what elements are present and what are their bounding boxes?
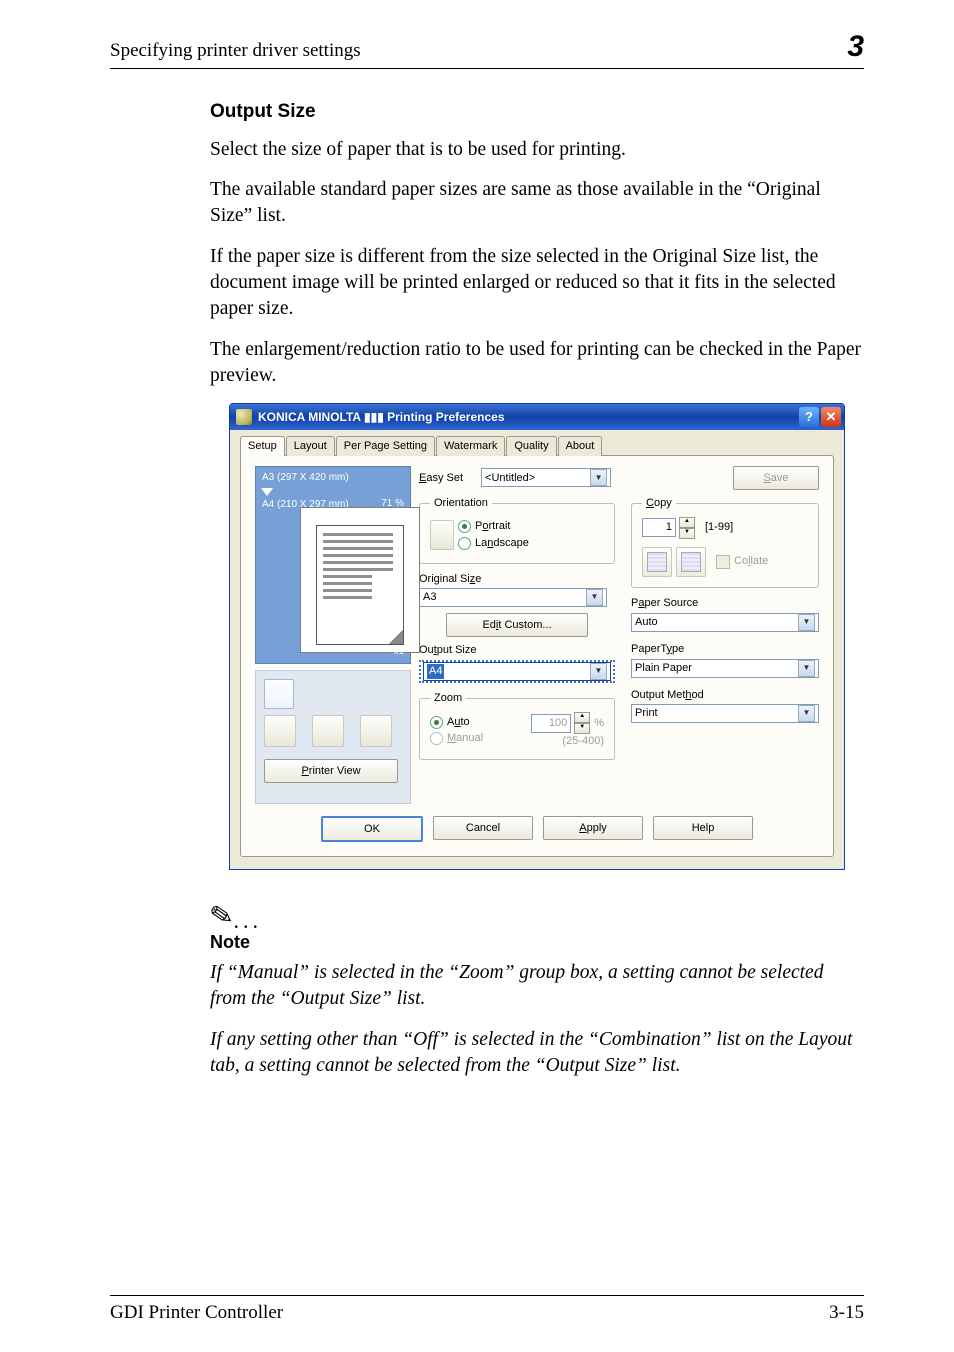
dialog-titlebar[interactable]: KONICA MINOLTA ▮▮▮ Printing Preferences …: [230, 404, 844, 430]
running-header-left: Specifying printer driver settings: [110, 40, 361, 62]
orientation-group: Orientation Portrait Landscape: [419, 496, 615, 564]
zoom-legend: Zoom: [430, 691, 466, 706]
easyset-value: <Untitled>: [485, 471, 535, 486]
zoom-group: Zoom Auto Manual: [419, 691, 615, 760]
tab-setup[interactable]: Setup: [240, 436, 285, 456]
ok-button[interactable]: OK: [321, 816, 423, 842]
paper-type-value: Plain Paper: [635, 661, 692, 676]
footer-left: GDI Printer Controller: [110, 1302, 283, 1324]
original-size-value: A3: [423, 590, 436, 605]
note-paragraph: If “Manual” is selected in the “Zoom” gr…: [210, 960, 864, 1013]
size-fit-icon[interactable]: [264, 679, 294, 709]
zoom-spinner: ▲▼: [574, 712, 590, 734]
output-method-label: Output Method: [631, 688, 819, 703]
tab-per-page-setting[interactable]: Per Page Setting: [336, 436, 435, 456]
tab-quality[interactable]: Quality: [506, 436, 556, 456]
collate-icon: [642, 547, 672, 577]
paragraph: The enlargement/reduction ratio to be us…: [210, 337, 864, 390]
easyset-save-button: Save: [733, 466, 819, 490]
copy-spinner[interactable]: ▲▼: [679, 517, 695, 539]
tab-about[interactable]: About: [558, 436, 603, 456]
easyset-combo[interactable]: <Untitled> ▼: [481, 468, 611, 487]
copy-group: Copy 1 ▲▼ [1-99]: [631, 496, 819, 588]
chevron-down-icon: ▼: [586, 589, 603, 606]
option-icon[interactable]: [264, 715, 296, 747]
option-icon[interactable]: [360, 715, 392, 747]
original-size-combo[interactable]: A3 ▼: [419, 588, 607, 607]
chevron-down-icon: ▼: [590, 469, 607, 486]
orientation-legend: Orientation: [430, 496, 492, 511]
zoom-auto-radio[interactable]: Auto: [430, 715, 483, 730]
edit-custom-button[interactable]: Edit Custom...: [446, 613, 588, 637]
titlebar-help-button[interactable]: ?: [799, 407, 819, 427]
printing-preferences-dialog: KONICA MINOLTA ▮▮▮ Printing Preferences …: [229, 403, 845, 870]
easyset-label: Easy Set: [419, 471, 463, 486]
output-method-value: Print: [635, 706, 658, 721]
help-button[interactable]: Help: [653, 816, 753, 840]
chevron-down-icon: ▼: [798, 660, 815, 677]
footer-right: 3-15: [829, 1302, 864, 1324]
note-paragraph: If any setting other than “Off” is selec…: [210, 1027, 864, 1080]
collate-icon: [676, 547, 706, 577]
printer-view-button[interactable]: Printer View: [264, 759, 398, 783]
paper-source-combo[interactable]: Auto ▼: [631, 613, 819, 632]
titlebar-close-button[interactable]: ✕: [821, 407, 841, 427]
copy-legend: Copy: [642, 496, 676, 511]
paragraph: If the paper size is different from the …: [210, 244, 864, 323]
tab-watermark[interactable]: Watermark: [436, 436, 505, 456]
output-method-combo[interactable]: Print ▼: [631, 704, 819, 723]
cancel-button[interactable]: Cancel: [433, 816, 533, 840]
preview-doc-lines: [323, 533, 393, 603]
paper-type-label: PaperType: [631, 642, 819, 657]
dialog-title: KONICA MINOLTA ▮▮▮ Printing Preferences: [258, 409, 797, 425]
output-size-value: A4: [427, 664, 444, 679]
paragraph: Select the size of paper that is to be u…: [210, 137, 864, 163]
orientation-landscape-radio[interactable]: Landscape: [458, 536, 529, 551]
running-header-right: 3: [847, 30, 864, 64]
collate-checkbox: Collate: [716, 554, 768, 569]
copy-range: [1-99]: [705, 520, 733, 535]
orientation-portrait-radio[interactable]: Portrait: [458, 519, 529, 534]
output-size-label: Output Size: [419, 643, 615, 658]
paragraph: The available standard paper sizes are s…: [210, 177, 864, 230]
zoom-value-input: 100: [531, 714, 571, 733]
output-size-combo[interactable]: A4 ▼: [423, 662, 611, 681]
preview-marker-icon: [261, 488, 273, 496]
apply-button[interactable]: Apply: [543, 816, 643, 840]
chevron-down-icon: ▼: [798, 614, 815, 631]
orientation-icon: [430, 520, 454, 550]
app-icon: [236, 409, 252, 425]
paper-type-combo[interactable]: Plain Paper ▼: [631, 659, 819, 678]
zoom-range: (25-400): [531, 734, 604, 749]
paper-source-value: Auto: [635, 615, 658, 630]
option-icon[interactable]: [312, 715, 344, 747]
printer-view-label: Printer View: [301, 764, 360, 779]
paper-source-label: Paper Source: [631, 596, 819, 611]
section-heading: Output Size: [210, 99, 864, 125]
zoom-manual-radio[interactable]: Manual: [430, 731, 483, 746]
chevron-down-icon: ▼: [798, 705, 815, 722]
note-heading: Note: [210, 930, 864, 954]
paper-preview: A3 (297 X 420 mm) A4 (210 X 297 mm) 71 %: [255, 466, 411, 664]
preview-options-panel: Printer View: [255, 670, 411, 804]
zoom-unit: %: [594, 716, 604, 731]
copy-value-input[interactable]: 1: [642, 518, 676, 537]
chevron-down-icon: ▼: [590, 663, 607, 680]
preview-original-size: A3 (297 X 420 mm): [262, 471, 349, 485]
preview-copies: x1: [393, 645, 404, 659]
original-size-label: Original Size: [419, 572, 615, 587]
tab-strip: Setup Layout Per Page Setting Watermark …: [240, 436, 834, 456]
tab-layout[interactable]: Layout: [286, 436, 335, 456]
